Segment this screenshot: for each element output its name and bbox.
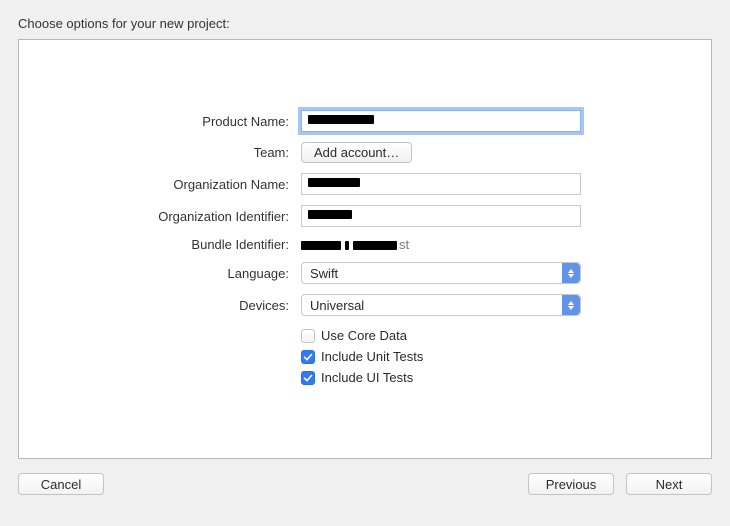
page-title: Choose options for your new project:	[18, 16, 712, 31]
devices-label: Devices:	[19, 298, 289, 313]
unit-tests-checkbox[interactable]	[301, 350, 315, 364]
devices-popup[interactable]: Universal	[301, 294, 581, 316]
chevron-updown-icon	[562, 263, 580, 283]
chevron-updown-icon	[562, 295, 580, 315]
organization-name-label: Organization Name:	[19, 177, 289, 192]
organization-identifier-input[interactable]	[301, 205, 581, 227]
language-label: Language:	[19, 266, 289, 281]
cancel-button[interactable]: Cancel	[18, 473, 104, 495]
add-account-label: Add account…	[314, 145, 399, 160]
unit-tests-label: Include Unit Tests	[321, 349, 423, 364]
language-popup[interactable]: Swift	[301, 262, 581, 284]
core-data-checkbox[interactable]	[301, 329, 315, 343]
bundle-identifier-label: Bundle Identifier:	[19, 237, 289, 252]
devices-selected: Universal	[310, 298, 364, 313]
team-label: Team:	[19, 145, 289, 160]
add-account-button[interactable]: Add account…	[301, 142, 412, 163]
language-selected: Swift	[310, 266, 338, 281]
product-name-input[interactable]	[301, 110, 581, 132]
cancel-label: Cancel	[41, 477, 81, 492]
next-button[interactable]: Next	[626, 473, 712, 495]
core-data-label: Use Core Data	[321, 328, 407, 343]
ui-tests-label: Include UI Tests	[321, 370, 413, 385]
ui-tests-checkbox[interactable]	[301, 371, 315, 385]
product-name-label: Product Name:	[19, 114, 289, 129]
bundle-identifier-value: st	[301, 237, 601, 252]
previous-label: Previous	[546, 477, 597, 492]
next-label: Next	[656, 477, 683, 492]
previous-button[interactable]: Previous	[528, 473, 614, 495]
organization-name-input[interactable]	[301, 173, 581, 195]
options-panel: Product Name: Team: Add account… Organiz…	[18, 39, 712, 459]
organization-identifier-label: Organization Identifier:	[19, 209, 289, 224]
